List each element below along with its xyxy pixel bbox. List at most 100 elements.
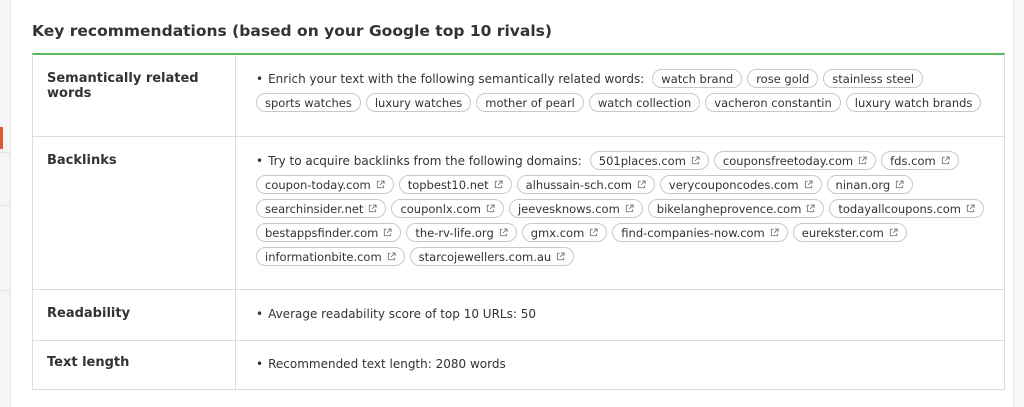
backlink-domain-chip[interactable]: todayallcoupons.com bbox=[829, 199, 985, 218]
backlink-domain-chip[interactable]: the-rv-life.org bbox=[406, 223, 517, 242]
row-body-backlinks: Try to acquire backlinks from the follow… bbox=[236, 137, 1004, 289]
readability-text: Average readability score of top 10 URLs… bbox=[256, 307, 536, 321]
external-link-icon bbox=[494, 180, 503, 189]
semantic-word-chip[interactable]: luxury watches bbox=[365, 93, 472, 112]
semantic-word-chip[interactable]: sports watches bbox=[256, 93, 361, 112]
row-label-readability: Readability bbox=[33, 290, 236, 340]
readability-intro: Average readability score of top 10 URLs… bbox=[268, 307, 517, 321]
chip-label: ninan.org bbox=[835, 177, 891, 192]
chip-label: couponlx.com bbox=[400, 201, 481, 216]
sidebar-divider bbox=[0, 205, 10, 206]
chip-label: coupon-today.com bbox=[265, 177, 371, 192]
row-backlinks: Backlinks Try to acquire backlinks from … bbox=[33, 137, 1004, 290]
chip-label: watch brand bbox=[661, 71, 734, 86]
backlink-domain-chip[interactable]: fds.com bbox=[881, 151, 959, 170]
chip-label: jeevesknows.com bbox=[517, 201, 620, 216]
semantic-word-chip[interactable]: watch brand bbox=[652, 69, 743, 88]
backlink-domain-chip[interactable]: informationbite.com bbox=[256, 247, 405, 266]
external-link-icon bbox=[966, 204, 975, 213]
external-link-icon bbox=[807, 204, 815, 213]
text-length-text: Recommended text length: 2080 words bbox=[256, 357, 506, 371]
external-link-icon bbox=[384, 228, 392, 237]
external-link-icon bbox=[804, 180, 813, 189]
chip-label: find-companies-now.com bbox=[621, 225, 765, 240]
backlink-domain-chip[interactable]: searchinsider.net bbox=[256, 199, 387, 218]
text-length-value: 2080 words bbox=[435, 357, 506, 371]
external-link-icon bbox=[889, 228, 898, 237]
chip-label: watch collection bbox=[597, 95, 692, 110]
chip-label: bikelangheprovence.com bbox=[656, 201, 802, 216]
backlink-domain-chip[interactable]: alhussain-sch.com bbox=[516, 175, 655, 194]
chip-label: the-rv-life.org bbox=[415, 225, 494, 240]
semantic-intro-text: Enrich your text with the following sema… bbox=[256, 72, 644, 86]
chip-label: stainless steel bbox=[832, 71, 915, 86]
external-link-icon bbox=[369, 204, 378, 213]
chip-label: luxury watches bbox=[374, 95, 463, 110]
external-link-icon bbox=[637, 180, 646, 189]
backlink-domain-chip[interactable]: starcojewellers.com.au bbox=[409, 247, 575, 266]
backlink-domain-chip[interactable]: eurekster.com bbox=[792, 223, 907, 242]
backlink-domain-chip[interactable]: gmx.com bbox=[521, 223, 608, 242]
external-link-icon bbox=[625, 204, 634, 213]
row-body-readability: Average readability score of top 10 URLs… bbox=[236, 290, 1004, 340]
row-body-semantic: Enrich your text with the following sema… bbox=[236, 55, 1004, 136]
row-semantic: Semantically related words Enrich your t… bbox=[33, 55, 1004, 137]
semantic-word-chip[interactable]: rose gold bbox=[747, 69, 819, 88]
backlink-domain-chip[interactable]: ninan.org bbox=[826, 175, 914, 194]
external-link-icon bbox=[376, 180, 385, 189]
backlinks-intro-text: Try to acquire backlinks from the follow… bbox=[256, 154, 582, 168]
row-body-text-length: Recommended text length: 2080 words bbox=[236, 341, 1004, 389]
external-link-icon bbox=[859, 156, 867, 165]
chip-label: verycouponcodes.com bbox=[668, 177, 799, 192]
semantic-word-chip[interactable]: watch collection bbox=[588, 93, 701, 112]
chip-label: vacheron constantin bbox=[714, 95, 832, 110]
chip-label: fds.com bbox=[890, 153, 936, 168]
sidebar-divider bbox=[0, 152, 10, 153]
semantic-word-chip[interactable]: vacheron constantin bbox=[705, 93, 841, 112]
backlink-domain-chip[interactable]: verycouponcodes.com bbox=[659, 175, 822, 194]
backlink-domain-chip[interactable]: bikelangheprovence.com bbox=[647, 199, 825, 218]
semantic-words-list: Enrich your text with the following sema… bbox=[256, 69, 994, 112]
semantic-word-chip[interactable]: stainless steel bbox=[823, 69, 924, 88]
semantic-word-chip[interactable]: mother of pearl bbox=[476, 93, 584, 112]
backlink-domain-chip[interactable]: bestappsfinder.com bbox=[256, 223, 402, 242]
backlink-domain-chip[interactable]: couponsfreetoday.com bbox=[713, 151, 877, 170]
row-readability: Readability Average readability score of… bbox=[33, 290, 1004, 341]
backlink-domain-chip[interactable]: 501places.com bbox=[589, 151, 709, 170]
external-link-icon bbox=[770, 228, 779, 237]
external-link-icon bbox=[499, 228, 508, 237]
chip-label: rose gold bbox=[756, 71, 810, 86]
chip-label: gmx.com bbox=[530, 225, 585, 240]
backlink-domain-chip[interactable]: coupon-today.com bbox=[256, 175, 394, 194]
chip-label: alhussain-sch.com bbox=[525, 177, 632, 192]
external-link-icon bbox=[691, 156, 700, 165]
chip-label: searchinsider.net bbox=[265, 201, 364, 216]
row-label-semantic: Semantically related words bbox=[33, 55, 236, 136]
chip-label: luxury watch brands bbox=[854, 95, 973, 110]
chip-label: bestappsfinder.com bbox=[265, 225, 379, 240]
external-link-icon bbox=[387, 252, 396, 261]
external-link-icon bbox=[557, 252, 565, 261]
chip-label: sports watches bbox=[265, 95, 352, 110]
backlink-domain-chip[interactable]: topbest10.net bbox=[398, 175, 512, 194]
left-sidebar-edge bbox=[0, 0, 11, 407]
chip-label: 501places.com bbox=[598, 153, 686, 168]
chip-label: informationbite.com bbox=[265, 249, 382, 264]
readability-value: 50 bbox=[520, 307, 536, 321]
semantic-word-chip[interactable]: luxury watch brands bbox=[845, 93, 982, 112]
sidebar-divider bbox=[0, 290, 10, 291]
right-scroll-edge[interactable] bbox=[1013, 0, 1024, 407]
row-label-text-length: Text length bbox=[33, 341, 236, 389]
backlink-domain-chip[interactable]: couponlx.com bbox=[391, 199, 504, 218]
chip-label: starcojewellers.com.au bbox=[418, 249, 552, 264]
backlink-domain-chip[interactable]: find-companies-now.com bbox=[612, 223, 788, 242]
chip-label: mother of pearl bbox=[485, 95, 575, 110]
chip-label: todayallcoupons.com bbox=[838, 201, 962, 216]
chip-label: eurekster.com bbox=[801, 225, 884, 240]
external-link-icon bbox=[590, 228, 598, 237]
text-length-intro: Recommended text length: bbox=[268, 357, 432, 371]
panel-title: Key recommendations (based on your Googl… bbox=[32, 22, 552, 40]
external-link-icon bbox=[486, 204, 495, 213]
external-link-icon bbox=[941, 156, 950, 165]
backlink-domain-chip[interactable]: jeevesknows.com bbox=[508, 199, 643, 218]
